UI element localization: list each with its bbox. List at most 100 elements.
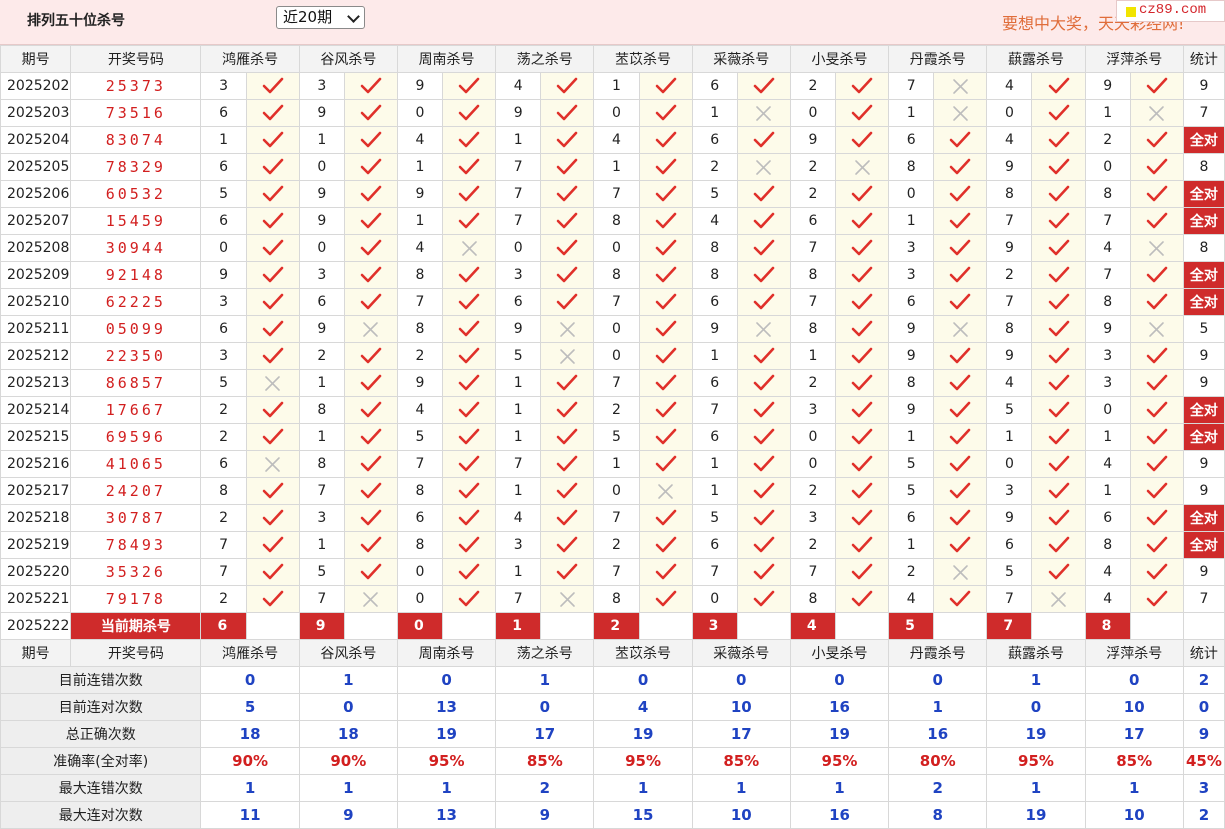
issue-cell: 2025220 <box>0 558 72 586</box>
kill-number-cell: 6 <box>200 99 247 127</box>
check-icon <box>736 72 791 100</box>
kill-number-cell: 4 <box>986 126 1033 154</box>
kill-number-cell: 8 <box>986 315 1033 343</box>
kill-number-cell: 7 <box>298 477 345 505</box>
check-icon <box>638 504 693 532</box>
check-icon <box>1129 477 1184 505</box>
kill-number-cell: 3 <box>1084 369 1131 397</box>
summary-value: 0 <box>396 666 497 694</box>
draw-number-cell: 86857 <box>70 369 202 397</box>
kill-number-cell: 4 <box>986 369 1033 397</box>
check-icon <box>245 504 300 532</box>
check-icon <box>245 207 300 235</box>
kill-number-cell: 7 <box>986 585 1033 613</box>
summary-row: 目前连对次数 5 0 13 0 4 10 16 1 0 10 0 <box>0 693 1225 721</box>
check-icon <box>1031 450 1086 478</box>
col-expert-header: 谷风杀号 <box>298 45 398 73</box>
cross-icon <box>540 315 595 343</box>
kill-number-cell: 7 <box>593 180 640 208</box>
check-icon <box>834 72 890 100</box>
summary-label: 总正确次数 <box>0 720 202 748</box>
kill-number-cell: 4 <box>1084 585 1131 613</box>
kill-number-cell: 6 <box>495 288 542 316</box>
summary-value: 95% <box>396 747 497 775</box>
check-icon <box>1031 531 1086 559</box>
kill-number-cell: 6 <box>986 531 1033 559</box>
kill-number-cell: 2 <box>789 72 837 100</box>
row-stat-cell: 全对 <box>1182 504 1225 532</box>
row-stat-cell: 8 <box>1182 234 1225 262</box>
check-icon <box>638 342 693 370</box>
kill-number-cell: 3 <box>986 477 1033 505</box>
kill-number-cell: 3 <box>200 72 247 100</box>
period-select[interactable]: 近20期 <box>276 6 365 29</box>
kill-number-cell: 1 <box>495 396 542 424</box>
kill-number-cell: 3 <box>495 531 542 559</box>
kill-number-cell: 8 <box>593 585 640 613</box>
col-draw-header: 开奖号码 <box>70 45 202 73</box>
kill-number-cell: 8 <box>593 261 640 289</box>
kill-number-cell: 2 <box>593 396 640 424</box>
kill-number-cell: 3 <box>298 261 345 289</box>
check-icon <box>933 288 988 316</box>
row-stat-cell: 全对 <box>1182 531 1225 559</box>
kill-number-cell: 2 <box>298 342 345 370</box>
kill-number-cell: 8 <box>200 477 247 505</box>
check-icon <box>540 99 595 127</box>
summary-value: 10 <box>1084 801 1184 829</box>
check-icon <box>638 288 693 316</box>
check-icon <box>1031 369 1086 397</box>
kill-number-cell: 2 <box>396 342 444 370</box>
kill-number-cell: 6 <box>789 207 837 235</box>
check-icon <box>540 531 595 559</box>
summary-total: 3 <box>1182 774 1225 802</box>
cross-icon <box>245 450 300 478</box>
kill-number-cell: 5 <box>495 342 542 370</box>
kill-number-cell: 6 <box>298 288 345 316</box>
kill-number-cell: 9 <box>396 180 444 208</box>
summary-value: 0 <box>986 693 1086 721</box>
check-icon <box>245 558 300 586</box>
current-kill-number: 1 <box>495 612 542 640</box>
col-expert-header: 蕻露杀号 <box>986 45 1086 73</box>
check-icon <box>834 477 890 505</box>
check-icon <box>442 477 497 505</box>
kill-number-cell: 6 <box>691 369 738 397</box>
row-stat-cell: 9 <box>1182 342 1225 370</box>
table-row: 2025216 41065 6 8 7 7 1 1 0 5 0 4 9 <box>0 450 1225 478</box>
issue-cell: 2025204 <box>0 126 72 154</box>
check-icon <box>638 99 693 127</box>
draw-number-cell: 35326 <box>70 558 202 586</box>
check-icon <box>736 558 791 586</box>
row-stat-cell: 7 <box>1182 99 1225 127</box>
check-icon <box>736 585 791 613</box>
check-icon <box>736 261 791 289</box>
kill-number-cell: 7 <box>396 450 444 478</box>
check-icon <box>1129 531 1184 559</box>
cross-icon <box>245 369 300 397</box>
kill-number-cell: 1 <box>495 423 542 451</box>
kill-number-cell: 7 <box>593 369 640 397</box>
check-icon <box>540 234 595 262</box>
col-stat-header: 统计 <box>1182 639 1225 667</box>
kill-number-cell: 1 <box>789 342 837 370</box>
cross-icon <box>834 153 890 181</box>
draw-number-cell: 73516 <box>70 99 202 127</box>
issue-cell: 2025203 <box>0 99 72 127</box>
kill-number-cell: 3 <box>298 72 345 100</box>
kill-number-cell: 3 <box>888 261 935 289</box>
check-icon <box>442 72 497 100</box>
kill-number-cell: 0 <box>396 99 444 127</box>
summary-value: 10 <box>691 801 791 829</box>
summary-value: 1 <box>593 774 693 802</box>
kill-number-cell: 6 <box>200 315 247 343</box>
summary-value: 1 <box>1084 774 1184 802</box>
check-icon <box>834 126 890 154</box>
kill-number-cell: 4 <box>986 72 1033 100</box>
kill-number-cell: 6 <box>691 72 738 100</box>
kill-number-cell: 9 <box>495 99 542 127</box>
check-icon <box>1031 396 1086 424</box>
col-expert-header: 苤苡杀号 <box>593 45 693 73</box>
site-logo[interactable]: cz89.com <box>1116 0 1225 22</box>
table-row: 2025209 92148 9 3 8 3 8 8 8 3 2 7 全对 <box>0 261 1225 289</box>
